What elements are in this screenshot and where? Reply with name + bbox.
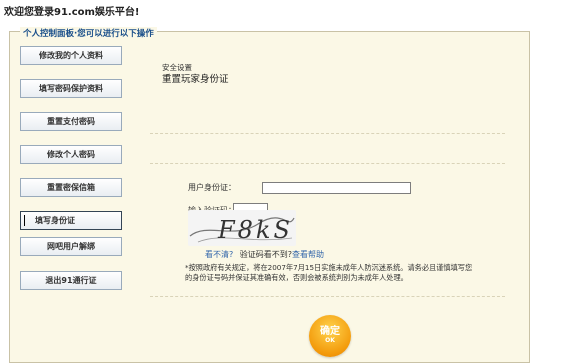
id-card-label: 用户身份证： — [188, 183, 236, 192]
welcome-text: 欢迎您登录91.com娱乐平台! — [4, 7, 140, 18]
section-title: 重置玩家身份证 — [162, 74, 229, 85]
policy-note: *按照政府有关规定，将在2007年7月15日实施未成年人防沉迷系统。请务必且谨慎… — [185, 263, 473, 282]
help-link[interactable]: 查看帮助 — [292, 250, 324, 259]
refresh-captcha-link[interactable]: 看不清? — [205, 250, 233, 259]
panel-title: 个人控制面板·您可以进行以下操作 — [20, 27, 157, 39]
captcha-hint-text: 验证码看不到? — [239, 250, 293, 259]
confirm-sub-label: OK — [325, 337, 335, 344]
captcha-image[interactable]: F8kS — [188, 210, 296, 246]
captcha-links: 看不清? 验证码看不到?查看帮助 — [205, 249, 328, 260]
menu-edit-profile[interactable]: 修改我的个人资料 — [20, 46, 122, 65]
divider-mid — [150, 163, 505, 164]
menu-fill-id-card[interactable]: 填写身份证 — [20, 211, 122, 230]
id-card-input[interactable] — [262, 182, 411, 194]
confirm-label: 确定 — [320, 326, 340, 337]
divider-top — [150, 133, 505, 134]
menu-reset-pay-password[interactable]: 重置支付密码 — [20, 112, 122, 131]
confirm-button[interactable]: 确定 OK — [309, 315, 351, 357]
captcha-text: F8kS — [217, 216, 293, 244]
menu-netbar-unbind[interactable]: 网吧用户解绑 — [20, 237, 122, 256]
menu-reset-security-email[interactable]: 重置密保信箱 — [20, 178, 122, 197]
menu-password-protection[interactable]: 填写密码保护资料 — [20, 79, 122, 98]
menu-change-password[interactable]: 修改个人密码 — [20, 145, 122, 164]
menu-logout[interactable]: 退出91通行证 — [20, 271, 122, 290]
divider-bottom — [150, 296, 505, 297]
